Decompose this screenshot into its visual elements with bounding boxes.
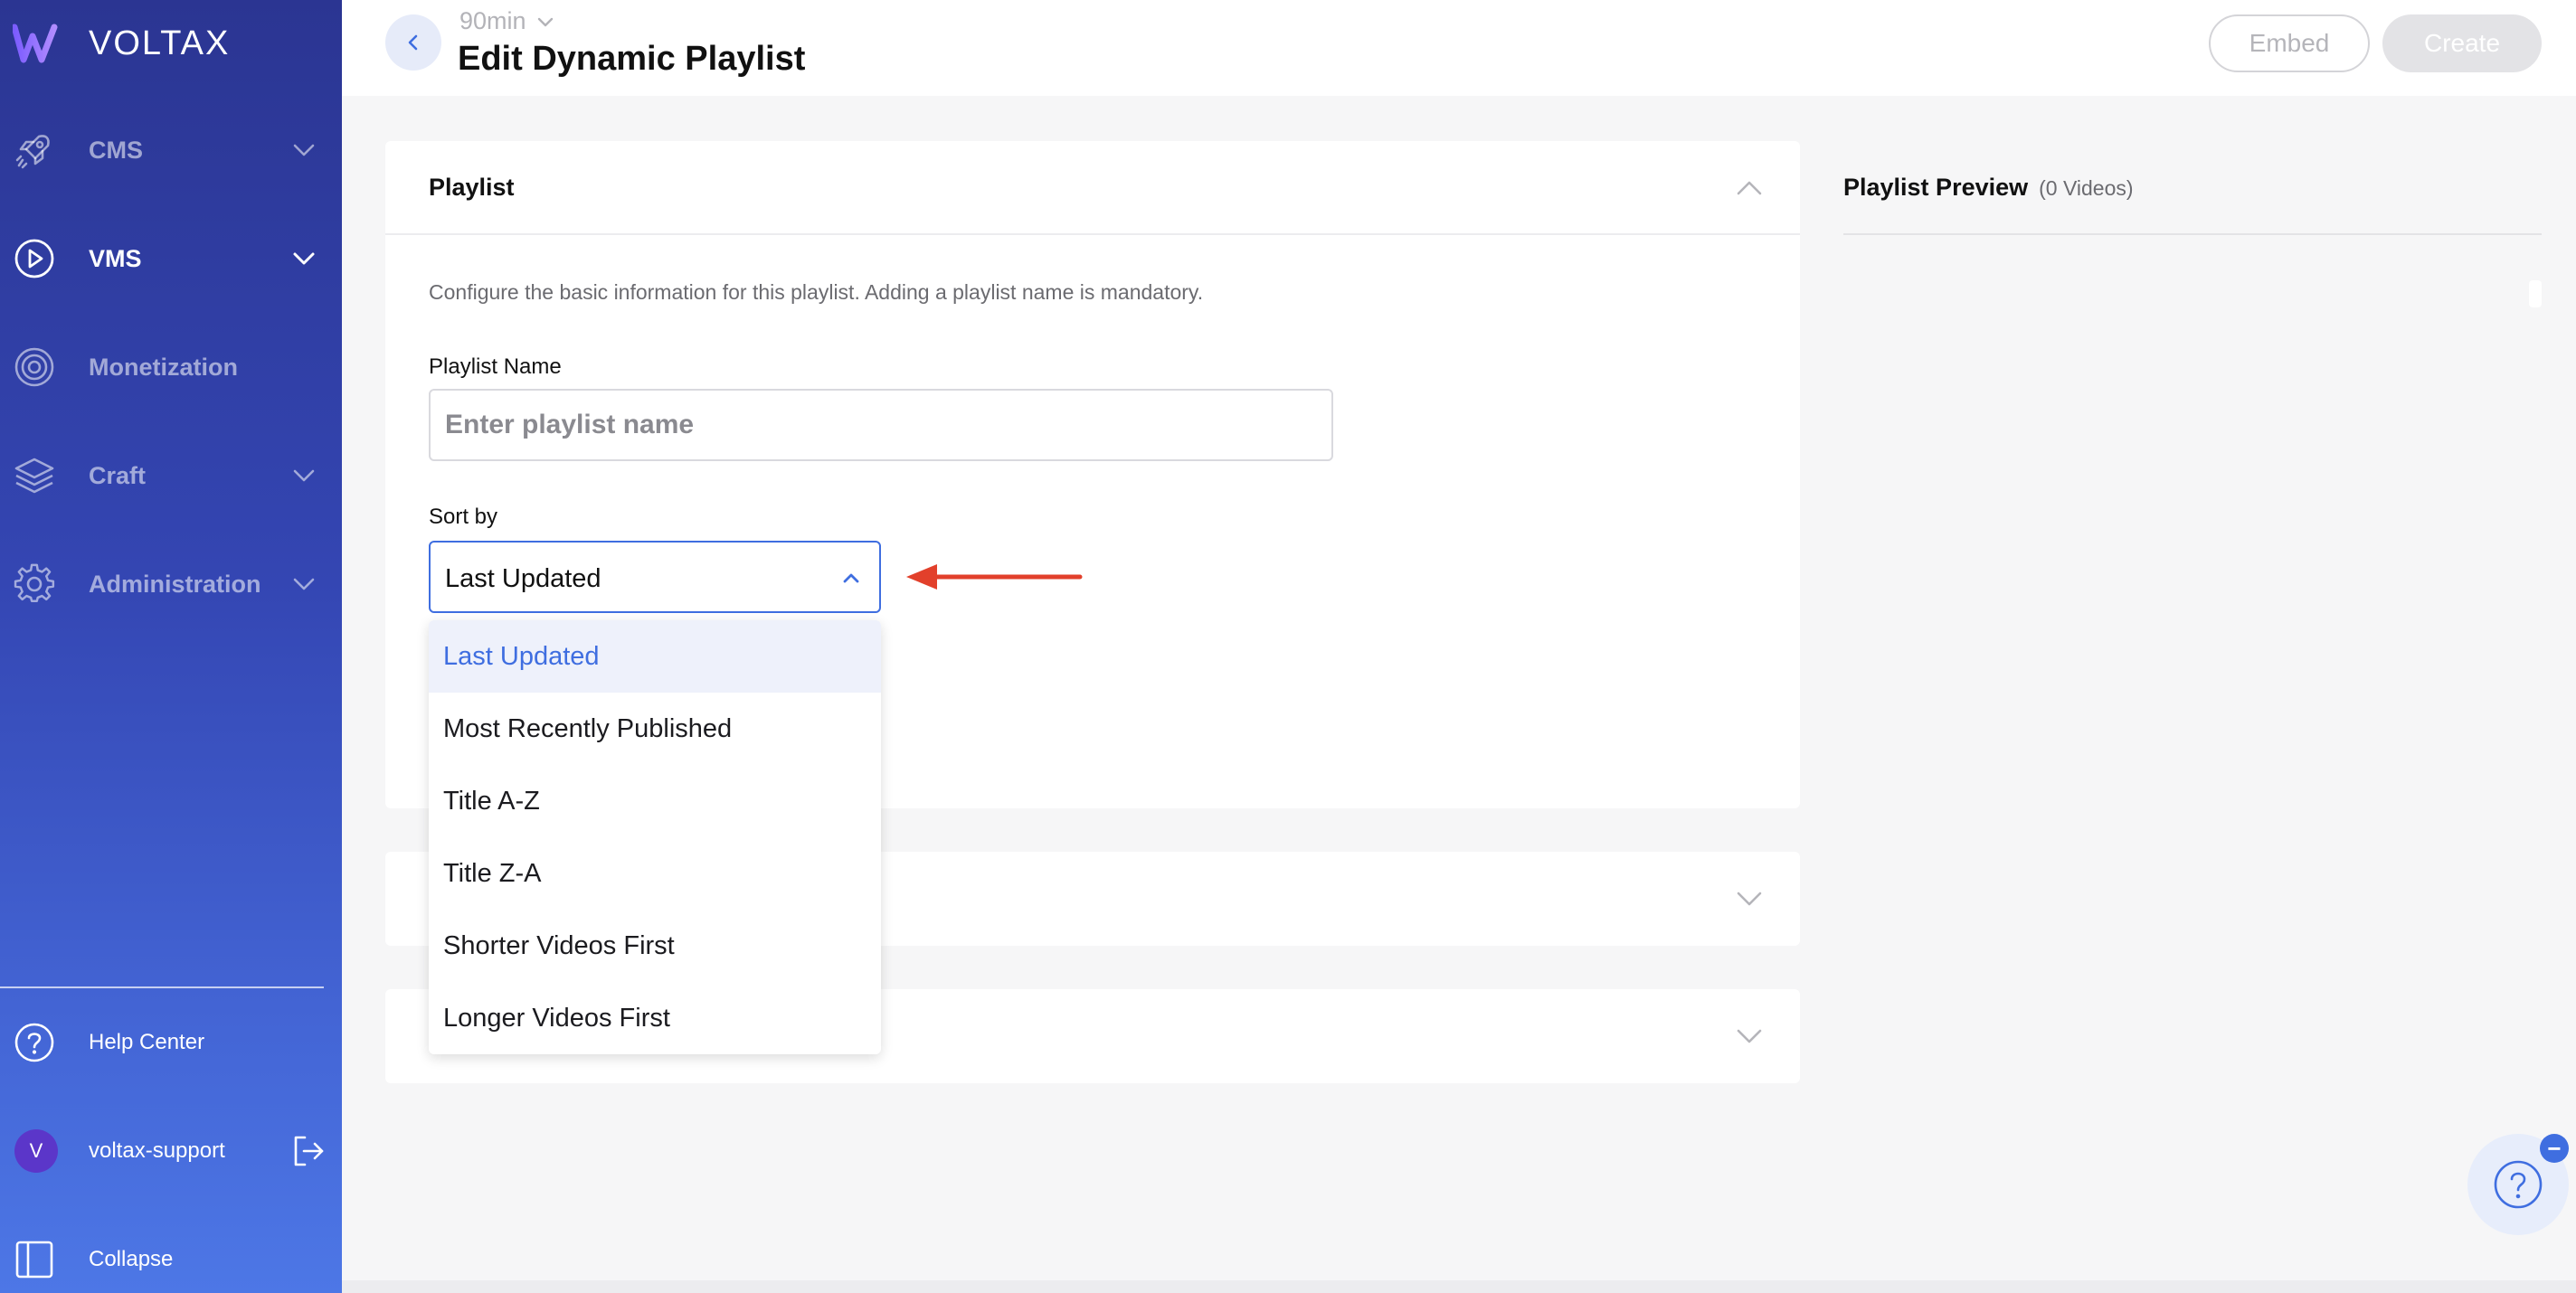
preview-header: Playlist Preview (0 Videos) [1843, 174, 2134, 202]
help-circle-icon [13, 1021, 56, 1064]
chevron-down-icon [537, 17, 553, 26]
chevron-up-icon[interactable] [1731, 170, 1767, 206]
sidebar-item-cms[interactable]: CMS [0, 114, 342, 186]
logout-icon[interactable] [291, 1134, 326, 1168]
sidebar-item-label: Craft [89, 461, 147, 489]
chevron-down-icon [293, 144, 315, 156]
organization-select[interactable]: 90min [459, 7, 555, 35]
sort-by-value: Last Updated [445, 564, 601, 593]
chevron-down-icon [293, 578, 315, 590]
embed-button[interactable]: Embed [2209, 14, 2370, 72]
section-title: Playlist [429, 174, 515, 201]
sort-option[interactable]: Most Recently Published [429, 693, 881, 765]
user-name: voltax-support [89, 1138, 225, 1163]
sidebar-item-label: Administration [89, 570, 261, 598]
sort-by-label: Sort by [429, 505, 498, 529]
brand-logo[interactable]: VOLTAX [13, 24, 230, 63]
layers-icon [13, 454, 56, 497]
sort-option[interactable]: Longer Videos First [429, 982, 881, 1054]
chevron-down-icon [293, 469, 315, 482]
annotation-arrow-icon [906, 564, 1083, 590]
user-profile[interactable]: V voltax-support [0, 1119, 342, 1183]
gear-icon [13, 562, 56, 606]
sidebar: VOLTAX CMS VMS Monetization Craft Admini… [0, 0, 342, 1293]
sort-option[interactable]: Title A-Z [429, 765, 881, 837]
playlist-section-header[interactable]: Playlist [385, 141, 1800, 235]
sort-option[interactable]: Last Updated [429, 620, 881, 693]
help-center-label: Help Center [89, 1030, 205, 1054]
preview-video-count: (0 Videos) [2039, 176, 2134, 200]
collapse-button[interactable]: Collapse [0, 1228, 342, 1291]
sidebar-item-vms[interactable]: VMS [0, 222, 342, 295]
playlist-name-input[interactable] [429, 389, 1333, 461]
sidebar-item-label: VMS [89, 244, 142, 272]
preview-scrollbar[interactable] [2529, 280, 2542, 307]
avatar: V [14, 1129, 58, 1173]
chevron-down-icon [293, 252, 315, 265]
chevron-left-icon [408, 34, 418, 51]
sort-option[interactable]: Title Z-A [429, 837, 881, 910]
sort-option[interactable]: Shorter Videos First [429, 910, 881, 982]
sidebar-item-monetization[interactable]: Monetization [0, 331, 342, 403]
help-center-link[interactable]: Help Center [0, 1011, 342, 1074]
page-footer-strip [342, 1280, 2576, 1293]
sidebar-item-craft[interactable]: Craft [0, 439, 342, 512]
brand-name: VOLTAX [89, 24, 231, 62]
sidebar-item-administration[interactable]: Administration [0, 548, 342, 620]
help-circle-icon [2494, 1160, 2543, 1209]
collapse-label: Collapse [89, 1247, 174, 1271]
preview-title: Playlist Preview [1843, 174, 2029, 201]
organization-name: 90min [459, 7, 526, 34]
voltax-logo-icon [13, 24, 58, 63]
page-title: Edit Dynamic Playlist [458, 40, 806, 78]
sidebar-panel-icon [13, 1238, 56, 1281]
sort-by-select[interactable]: Last Updated [429, 541, 881, 613]
chevron-down-icon[interactable] [1731, 1018, 1767, 1054]
playlist-name-label: Playlist Name [429, 354, 562, 379]
create-button[interactable]: Create [2382, 14, 2542, 72]
back-button[interactable] [385, 14, 441, 71]
sidebar-item-label: Monetization [89, 353, 238, 381]
chevron-up-icon [843, 573, 859, 583]
sidebar-divider [0, 986, 324, 988]
sort-by-dropdown: Last Updated Most Recently Published Tit… [429, 620, 881, 1054]
play-circle-icon [13, 237, 56, 280]
preview-divider [1843, 233, 2542, 235]
rocket-icon [13, 128, 56, 172]
sidebar-item-label: CMS [89, 136, 143, 164]
page-header: 90min Edit Dynamic Playlist Embed Create [342, 0, 2576, 96]
minimize-badge-icon[interactable]: − [2540, 1134, 2569, 1163]
section-description: Configure the basic information for this… [429, 280, 1204, 304]
target-icon [13, 345, 56, 389]
chevron-down-icon[interactable] [1731, 881, 1767, 917]
